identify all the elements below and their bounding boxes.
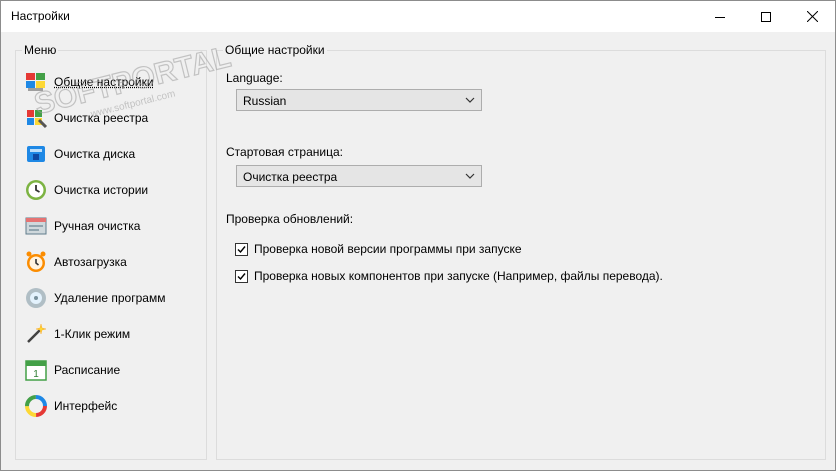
one-click-icon [27, 323, 47, 343]
language-select-value: Russian [243, 94, 287, 108]
minimize-icon [715, 16, 725, 18]
menu-item-label: Удаление программ [54, 291, 166, 305]
menu-legend: Меню [22, 43, 59, 57]
menu-item-label: Интерфейс [54, 399, 118, 413]
interface-icon [25, 395, 47, 417]
registry-cleaner-icon [27, 110, 48, 129]
menu-item-manual-cleaning[interactable]: Ручная очистка [22, 208, 202, 244]
chevron-down-icon [465, 173, 475, 179]
maximize-icon [761, 11, 771, 22]
check-new-version-checkbox[interactable] [235, 242, 248, 256]
menu-item-registry-cleaner[interactable]: Очистка реестра [22, 100, 202, 136]
start-page-label: Стартовая страница: [226, 145, 343, 159]
menu-item-one-click[interactable]: 1-Клик режим [22, 316, 202, 352]
menu-item-general-settings[interactable]: Общие настройки [22, 64, 202, 100]
menu-item-label: Ручная очистка [54, 219, 141, 233]
checkmark-icon [237, 272, 246, 280]
general-settings-icon [26, 73, 45, 91]
history-cleaner-icon [26, 180, 46, 200]
schedule-icon: 1 [25, 360, 47, 381]
menu-item-disk-cleaner[interactable]: Очистка диска [22, 136, 202, 172]
manual-cleaning-icon [25, 217, 47, 235]
menu-item-startup[interactable]: Автозагрузка [22, 244, 202, 280]
settings-legend: Общие настройки [223, 43, 327, 57]
language-select[interactable]: Russian [236, 89, 482, 111]
svg-text:1: 1 [33, 369, 39, 380]
maximize-button[interactable] [743, 1, 789, 32]
language-label: Language: [226, 71, 283, 85]
menu-item-label: Очистка реестра [54, 111, 149, 125]
general-settings-group: Общие настройки Language: Russian Старто… [216, 43, 826, 460]
startup-icon [26, 251, 46, 272]
settings-window: Настройки Меню Общие настройки Очистка р… [0, 0, 836, 471]
menu-item-label: Очистка истории [54, 183, 149, 197]
chevron-down-icon [465, 97, 475, 103]
updates-label: Проверка обновлений: [226, 212, 354, 226]
window-title: Настройки [11, 9, 70, 23]
start-page-select-value: Очистка реестра [243, 170, 338, 184]
uninstall-icon [26, 288, 46, 308]
menu-item-label: Очистка диска [54, 147, 136, 161]
minimize-button[interactable] [697, 1, 743, 32]
menu-group: Меню Общие настройки Очистка реестра Очи… [15, 43, 207, 460]
menu-item-uninstall[interactable]: Удаление программ [22, 280, 202, 316]
check-new-components-row[interactable]: Проверка новых компонентов при запуске (… [235, 268, 663, 284]
menu-item-interface[interactable]: Интерфейс [22, 388, 202, 424]
menu-item-label: Расписание [54, 363, 121, 377]
menu-item-history-cleaner[interactable]: Очистка истории [22, 172, 202, 208]
menu-item-label: Автозагрузка [54, 255, 127, 269]
menu-item-label: Общие настройки [54, 75, 154, 89]
start-page-select[interactable]: Очистка реестра [236, 165, 482, 187]
check-new-components-checkbox[interactable] [235, 269, 248, 283]
menu-item-label: 1-Клик режим [54, 327, 131, 341]
check-new-version-label: Проверка новой версии программы при запу… [254, 242, 522, 256]
check-new-version-row[interactable]: Проверка новой версии программы при запу… [235, 241, 522, 257]
checkmark-icon [237, 245, 246, 253]
menu-list: Общие настройки Очистка реестра Очистка … [22, 64, 202, 424]
close-button[interactable] [789, 1, 835, 32]
check-new-components-label: Проверка новых компонентов при запуске (… [254, 269, 663, 283]
disk-cleaner-icon [27, 146, 45, 162]
watermark-tm: ™ [212, 45, 223, 47]
title-bar[interactable]: Настройки [1, 1, 835, 32]
close-icon [806, 11, 818, 22]
menu-item-schedule[interactable]: 1 Расписание [22, 352, 202, 388]
